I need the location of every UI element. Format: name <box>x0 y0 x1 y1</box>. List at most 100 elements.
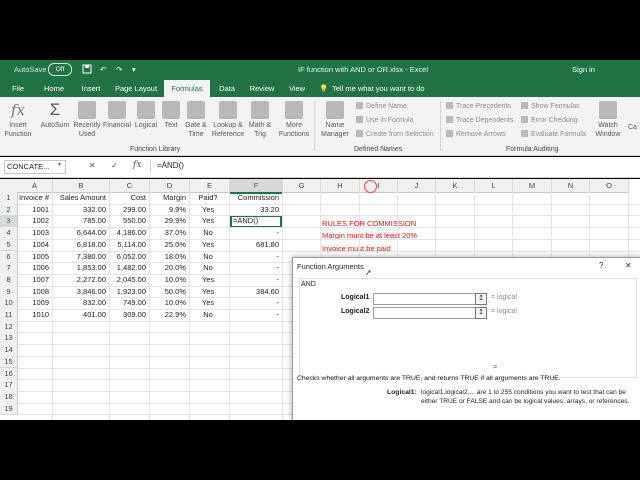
cell-b1[interactable]: Sales Amount <box>53 192 106 204</box>
undo-icon[interactable]: ↶ <box>100 65 106 74</box>
name-box[interactable]: CONCATE... <box>4 160 66 174</box>
cell-a7[interactable]: 1006 <box>17 262 49 274</box>
column-header-l[interactable]: L <box>475 179 513 193</box>
column-header-a[interactable]: A <box>17 179 53 193</box>
cell-b9[interactable]: 3,846.00 <box>53 286 106 298</box>
column-header-m[interactable]: M <box>513 179 552 193</box>
cell-f2[interactable]: 33.20 <box>230 204 279 216</box>
cell-b10[interactable]: 832.00 <box>53 297 106 309</box>
cell-c5[interactable]: 5,114.00 <box>110 239 146 251</box>
cell-f9[interactable]: 384.60 <box>230 286 279 298</box>
evaluate-formula-button[interactable]: Evaluate Formula <box>521 130 586 138</box>
save-icon[interactable] <box>82 64 92 74</box>
tab-review[interactable]: Review <box>248 80 276 97</box>
cell-e7[interactable]: No <box>190 262 226 274</box>
use-in-formula-button[interactable]: Use in Formula <box>356 116 413 124</box>
cell-f3[interactable]: =AND() <box>230 215 282 227</box>
name-manager-button[interactable]: Name Manager <box>318 101 352 139</box>
recently-used-button[interactable]: Recently Used <box>72 101 102 139</box>
column-header-e[interactable]: E <box>190 179 230 193</box>
cell-d9[interactable]: 50.0% <box>150 286 186 298</box>
cell-c7[interactable]: 1,482.00 <box>110 262 146 274</box>
column-header-k[interactable]: K <box>436 179 475 193</box>
autosum-button[interactable]: Σ AutoSum <box>38 101 72 130</box>
collapse-dialog-icon[interactable]: ↥ <box>475 307 487 319</box>
lookup-reference-button[interactable]: Lookup & Reference <box>210 101 246 139</box>
show-formulas-button[interactable]: Show Formulas <box>521 102 580 110</box>
cell-a3[interactable]: 1002 <box>17 215 49 227</box>
cell-c3[interactable]: 550.00 <box>110 215 146 227</box>
cell-d7[interactable]: 20.0% <box>150 262 186 274</box>
cell-d11[interactable]: 22.9% <box>150 309 186 321</box>
column-header-o[interactable]: O <box>590 179 629 193</box>
cell-d6[interactable]: 18.0% <box>150 251 186 263</box>
watch-window-button[interactable]: Watch Window <box>592 101 624 139</box>
cell-f1[interactable]: Commission <box>230 192 279 204</box>
cell-c8[interactable]: 2,045.00 <box>110 274 146 286</box>
cell-b2[interactable]: 332.00 <box>53 204 106 216</box>
cell-f8[interactable]: - <box>230 274 280 286</box>
cell-d3[interactable]: 29.9% <box>150 215 186 227</box>
customize-toolbar-icon[interactable]: ▾ <box>132 65 136 74</box>
cell-e3[interactable]: Yes <box>190 215 226 227</box>
insert-function-button[interactable]: fx Insert Function <box>2 101 34 139</box>
cell-c11[interactable]: 309.00 <box>110 309 146 321</box>
collapse-dialog-icon[interactable]: ↥ <box>475 293 487 305</box>
cell-d1[interactable]: Margin <box>150 192 186 204</box>
cell-b4[interactable]: 6,644.00 <box>53 227 106 239</box>
create-from-selection-button[interactable]: Create from Selection <box>356 130 434 138</box>
cell-f7[interactable]: - <box>230 262 280 274</box>
cell-a11[interactable]: 1010 <box>17 309 49 321</box>
cell-f10[interactable]: - <box>230 297 280 309</box>
select-all-corner[interactable] <box>0 179 18 193</box>
logical1-input[interactable] <box>373 293 481 305</box>
tab-page-layout[interactable]: Page Layout <box>114 80 158 97</box>
tab-view[interactable]: View <box>284 80 310 97</box>
cell-a8[interactable]: 1007 <box>17 274 49 286</box>
cell-b11[interactable]: 401.00 <box>53 309 106 321</box>
cell-d8[interactable]: 10.0% <box>150 274 186 286</box>
formula-input[interactable]: =AND() <box>157 161 184 170</box>
logical2-input[interactable] <box>373 307 481 319</box>
cell-e9[interactable]: Yes <box>190 286 226 298</box>
cell-e5[interactable]: Yes <box>190 239 226 251</box>
cell-d10[interactable]: 10.0% <box>150 297 186 309</box>
cell-b6[interactable]: 7,380.00 <box>53 251 106 263</box>
enter-icon[interactable]: ✓ <box>111 161 118 170</box>
cell-a9[interactable]: 1008 <box>17 286 49 298</box>
cell-c6[interactable]: 6,052.00 <box>110 251 146 263</box>
remove-arrows-button[interactable]: Remove Arrows <box>446 130 505 138</box>
tab-file[interactable]: File <box>6 80 30 97</box>
cell-b8[interactable]: 2,272.00 <box>53 274 106 286</box>
column-header-h[interactable]: H <box>321 179 360 193</box>
cell-d5[interactable]: 25.0% <box>150 239 186 251</box>
cell-b5[interactable]: 6,818.00 <box>53 239 106 251</box>
financial-button[interactable]: Financial <box>102 101 132 130</box>
error-checking-button[interactable]: Error Checking <box>521 116 578 124</box>
math-trig-button[interactable]: Math & Trig <box>246 101 274 139</box>
cell-e8[interactable]: Yes <box>190 274 226 286</box>
cell-a2[interactable]: 1001 <box>17 204 49 216</box>
column-header-j[interactable]: J <box>398 179 436 193</box>
cell-e10[interactable]: Yes <box>190 297 226 309</box>
text-button[interactable]: Text <box>160 101 182 130</box>
cell-a4[interactable]: 1003 <box>17 227 49 239</box>
cell-c4[interactable]: 4,186.00 <box>110 227 146 239</box>
name-box-dropdown-icon[interactable]: ▾ <box>58 161 61 168</box>
tab-insert[interactable]: Insert <box>78 80 104 97</box>
column-header-c[interactable]: C <box>110 179 150 193</box>
autosave-label[interactable]: AutoSave <box>14 65 47 74</box>
trace-precedents-button[interactable]: Trace Precedents <box>446 102 511 110</box>
tab-data[interactable]: Data <box>214 80 240 97</box>
autosave-toggle[interactable]: Off <box>48 63 72 76</box>
cell-a6[interactable]: 1005 <box>17 251 49 263</box>
trace-dependents-button[interactable]: Trace Dependents <box>446 116 513 124</box>
tab-home[interactable]: Home <box>42 80 66 97</box>
date-time-button[interactable]: Date & Time <box>182 101 210 139</box>
sign-in-link[interactable]: Sign in <box>572 65 595 74</box>
cell-c9[interactable]: 1,923.00 <box>110 286 146 298</box>
cell-f5[interactable]: 681.80 <box>230 239 279 251</box>
cell-e4[interactable]: No <box>190 227 226 239</box>
cell-a5[interactable]: 1004 <box>17 239 49 251</box>
column-header-g[interactable]: G <box>283 179 321 193</box>
